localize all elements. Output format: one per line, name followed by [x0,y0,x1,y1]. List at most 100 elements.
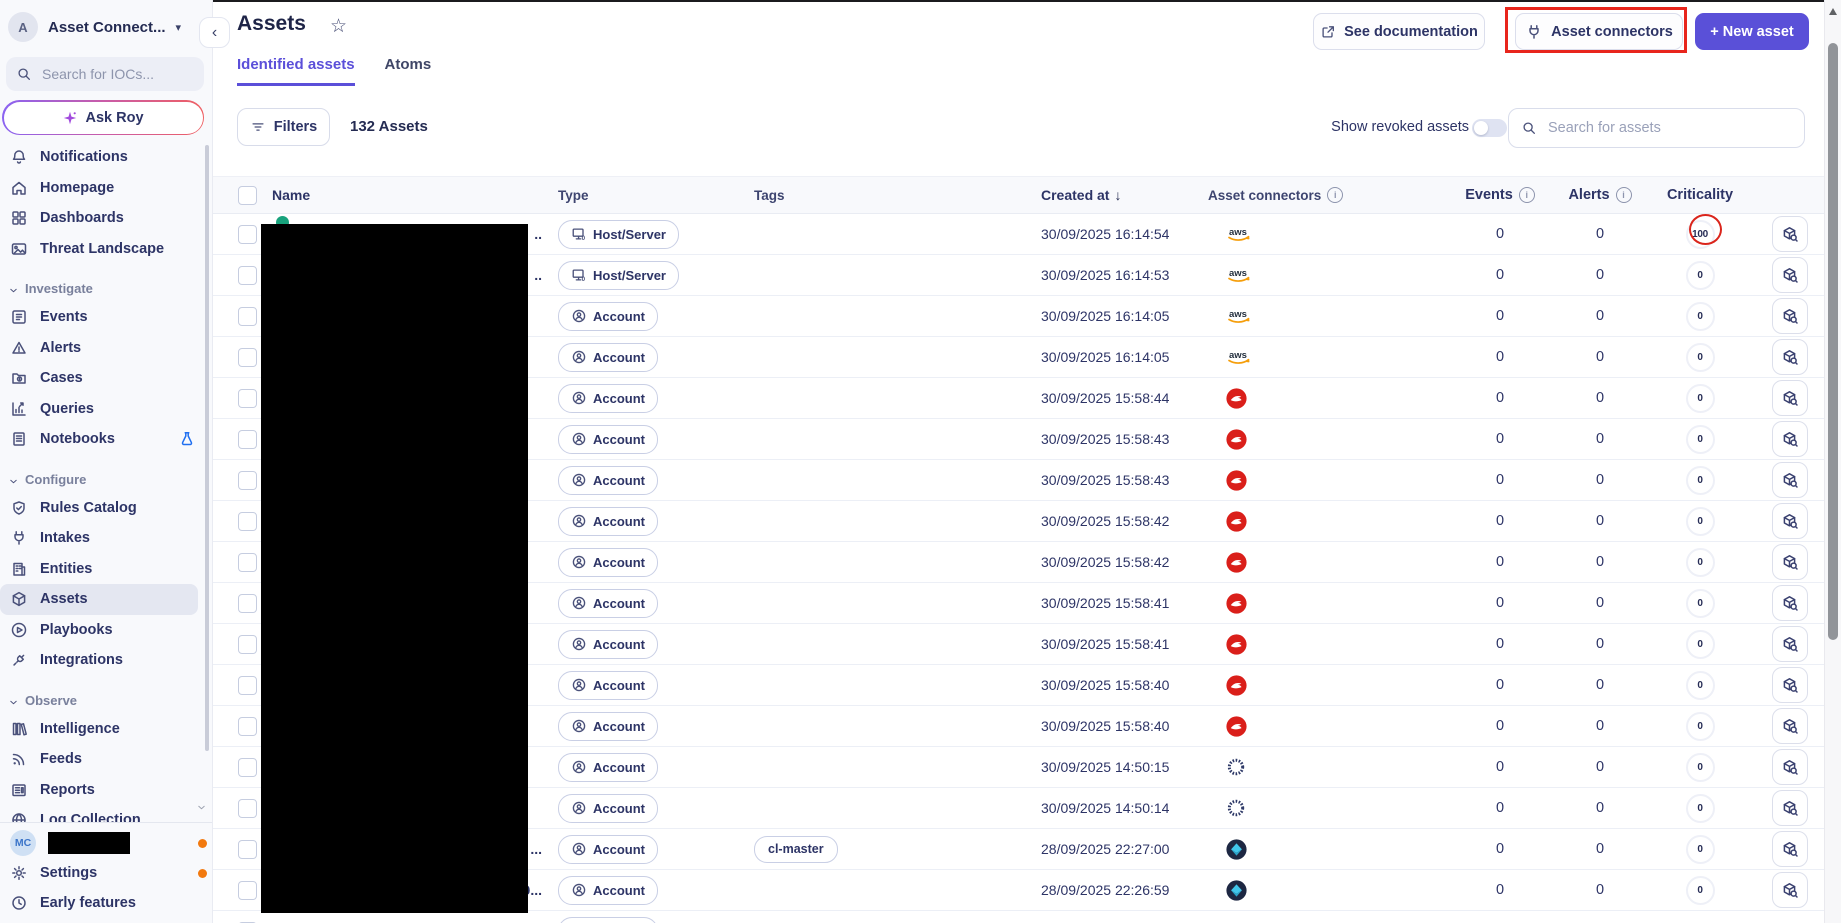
workspace-switcher[interactable]: A Asset Connect... ▾ [8,12,204,42]
sidebar-item-intelligence[interactable]: Intelligence [0,714,212,745]
sidebar-item-cases[interactable]: Cases [0,363,212,394]
column-header-created-at[interactable]: Created at↓ [954,187,1194,203]
sidebar-item-notebooks[interactable]: Notebooks [0,424,212,455]
asset-details-button[interactable] [1772,831,1808,867]
events-count: 0 [1440,472,1560,488]
ioc-search[interactable] [6,57,204,91]
new-asset-button[interactable]: + New asset [1695,13,1809,50]
asset-search-input[interactable] [1546,119,1780,137]
criticality-badge: 0 [1686,753,1715,782]
sidebar-item-events[interactable]: Events [0,302,212,333]
sidebar-item-homepage[interactable]: Homepage [0,173,212,204]
books-icon [10,720,28,738]
sidebar-item-playbooks[interactable]: Playbooks [0,615,212,646]
sidebar-item-settings[interactable]: Settings [0,858,212,888]
sidebar-item-notifications[interactable]: Notifications [0,142,212,173]
show-revoked-toggle[interactable] [1472,119,1507,137]
ask-roy-button[interactable]: Ask Roy [2,100,204,135]
sidebar-scrollbar[interactable] [205,145,209,751]
row-checkbox[interactable] [238,512,257,531]
row-checkbox[interactable] [238,594,257,613]
sidebar-section-observe[interactable]: Observe [0,676,212,714]
asset-details-button[interactable] [1772,790,1808,826]
row-checkbox[interactable] [238,635,257,654]
asset-details-button[interactable] [1772,462,1808,498]
events-count: 0 [1440,677,1560,693]
asset-details-button[interactable] [1772,544,1808,580]
see-documentation-button[interactable]: See documentation [1313,13,1485,50]
column-header-name[interactable]: Name [270,187,558,203]
alerts-count: 0 [1560,677,1640,693]
info-icon[interactable]: i [1327,187,1343,203]
sidebar-collapse-button[interactable]: ‹ [199,17,230,48]
user-menu[interactable]: MC [0,828,212,858]
sidebar-item-alerts[interactable]: Alerts [0,333,212,364]
asset-search[interactable] [1508,108,1805,148]
sidebar-item-reports[interactable]: Reports [0,775,212,806]
sidebar-item-rules-catalog[interactable]: Rules Catalog [0,493,212,524]
column-header-alerts[interactable]: Alertsi [1560,187,1640,203]
asset-details-button[interactable] [1772,749,1808,785]
favorite-star-icon[interactable]: ☆ [330,15,347,38]
asset-details-button[interactable] [1772,257,1808,293]
asset-details-button[interactable] [1772,298,1808,334]
asset-details-button[interactable] [1772,872,1808,908]
row-checkbox[interactable] [238,348,257,367]
sidebar-item-entities[interactable]: Entities [0,554,212,585]
asset-details-button[interactable] [1772,339,1808,375]
asset-details-button[interactable] [1772,421,1808,457]
row-checkbox[interactable] [238,717,257,736]
scroll-up-icon[interactable] [1829,8,1837,15]
ioc-search-input[interactable] [40,65,184,83]
row-checkbox[interactable] [238,676,257,695]
select-all-checkbox[interactable] [238,186,257,205]
sidebar-item-dashboards[interactable]: Dashboards [0,203,212,234]
scrollbar-thumb[interactable] [1828,43,1838,640]
row-checkbox[interactable] [238,758,257,777]
row-checkbox[interactable] [238,389,257,408]
row-checkbox[interactable] [238,840,257,859]
row-checkbox[interactable] [238,553,257,572]
sidebar-item-assets[interactable]: Assets [0,584,198,615]
tab-atoms[interactable]: Atoms [385,56,432,86]
asset-details-button[interactable] [1772,503,1808,539]
created-at: 30/09/2025 15:58:44 [954,390,1194,406]
asset-details-button[interactable] [1772,380,1808,416]
sidebar-item-integrations[interactable]: Integrations [0,645,212,676]
scroll-down-icon[interactable] [196,800,207,818]
row-checkbox[interactable] [238,225,257,244]
row-checkbox[interactable] [238,307,257,326]
asset-details-button[interactable] [1772,216,1808,252]
sidebar-section-investigate[interactable]: Investigate [0,264,212,302]
column-header-events[interactable]: Eventsi [1440,187,1560,203]
tab-identified-assets[interactable]: Identified assets [237,56,355,86]
page-scrollbar[interactable] [1824,0,1841,923]
column-header-type[interactable]: Type [558,188,754,203]
sidebar-item-feeds[interactable]: Feeds [0,744,212,775]
alerts-count: 0 [1560,718,1640,734]
row-checkbox[interactable] [238,471,257,490]
row-checkbox[interactable] [238,430,257,449]
info-icon[interactable]: i [1616,187,1632,203]
asset-details-button[interactable] [1772,585,1808,621]
asset-details-button[interactable] [1772,708,1808,744]
sidebar-item-early-features[interactable]: Early features [0,888,212,918]
column-header-tags[interactable]: Tags [754,188,954,203]
row-checkbox[interactable] [238,881,257,900]
asset-details-button[interactable] [1772,667,1808,703]
account-icon [571,759,587,775]
sidebar-item-intakes[interactable]: Intakes [0,523,212,554]
column-header-asset-connectors[interactable]: Asset connectorsi [1194,187,1440,203]
criticality-badge: 0 [1686,261,1715,290]
sidebar-item-log-collection[interactable]: Log Collection [0,805,212,822]
column-header-criticality[interactable]: Criticality [1640,187,1760,203]
filters-button[interactable]: Filters [237,108,330,146]
row-checkbox[interactable] [238,799,257,818]
info-icon[interactable]: i [1519,187,1535,203]
row-checkbox[interactable] [238,266,257,285]
sort-desc-icon[interactable]: ↓ [1114,187,1121,203]
sidebar-section-configure[interactable]: Configure [0,455,212,493]
asset-details-button[interactable] [1772,626,1808,662]
sidebar-item-threat-landscape[interactable]: Threat Landscape [0,234,212,265]
sidebar-item-queries[interactable]: Queries [0,394,212,425]
